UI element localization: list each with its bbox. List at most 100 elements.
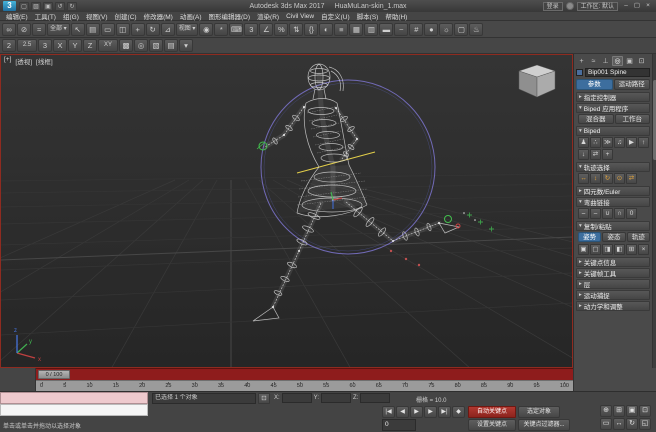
axis-constraint-y-icon[interactable]: Y <box>68 39 82 52</box>
zero-twist-button[interactable]: 0 <box>626 208 637 219</box>
tab-create[interactable]: + <box>576 56 587 66</box>
rollout-assign-controller[interactable]: ▸ 指定控制器 <box>576 92 650 102</box>
axis-constraint-plane-icon[interactable]: XY <box>98 39 118 52</box>
zoom-extents-icon[interactable]: ▣ <box>626 405 638 417</box>
previous-frame-button[interactable]: ◀ <box>396 406 409 418</box>
key-filters-button[interactable]: 关键点过滤器... <box>518 419 570 431</box>
open-file-icon[interactable]: ▧ <box>31 2 41 11</box>
viewport-general-menu[interactable]: [+] <box>4 56 11 66</box>
rollout-quaternion-euler[interactable]: ▸ 四元数/Euler <box>576 186 650 196</box>
menu-tools[interactable]: 工具(T) <box>35 11 56 21</box>
set-key-button[interactable]: 设置关键点 <box>468 419 516 431</box>
maxscript-mini-listener-macro[interactable] <box>0 392 148 404</box>
zoom-icon[interactable]: ⊕ <box>600 405 612 417</box>
new-scene-icon[interactable]: ▢ <box>19 2 29 11</box>
object-color-swatch[interactable] <box>576 69 583 76</box>
menu-customize[interactable]: 自定义(U) <box>321 11 350 21</box>
rollout-keyframing-tools[interactable]: ▸ 关键帧工具 <box>576 268 650 278</box>
select-and-move-icon[interactable]: + <box>131 23 145 36</box>
rollout-copy-paste[interactable]: ▾ 复制/粘贴 <box>576 221 650 231</box>
mixer-mode-button[interactable]: ♫ <box>614 137 625 148</box>
rollout-biped[interactable]: ▾ Biped <box>576 126 650 136</box>
coord-z-field[interactable] <box>360 393 390 403</box>
tab-modify[interactable]: ≈ <box>588 56 599 66</box>
twist-individual-button[interactable]: ∪ <box>602 208 613 219</box>
selected-object-dropdown[interactable]: 选定对象 <box>518 406 560 418</box>
workbench-button[interactable]: 工作台 <box>615 114 651 124</box>
percent-snap-icon[interactable]: % <box>274 23 288 36</box>
redo-icon[interactable]: ↻ <box>67 2 77 11</box>
copy-posture-button[interactable]: ◨ <box>602 244 613 255</box>
edit-named-selection-sets-icon[interactable]: {} <box>304 23 318 36</box>
render-setup-icon[interactable]: ☼ <box>439 23 453 36</box>
rollout-biped-apps[interactable]: ▾ Biped 应用程序 <box>576 103 650 113</box>
paste-posture-button[interactable]: ◧ <box>614 244 625 255</box>
time-slider[interactable]: 0 / 100 <box>36 368 573 380</box>
align-icon[interactable]: ≡ <box>334 23 348 36</box>
scene-explorer-icon[interactable]: ▦ <box>349 23 363 36</box>
go-to-start-button[interactable]: |◀ <box>382 406 395 418</box>
copy-pose-tab[interactable]: 姿态 <box>602 232 625 242</box>
keyboard-shortcut-override-icon[interactable]: ⌨ <box>229 23 243 36</box>
menu-civil-view[interactable]: Civil View <box>286 13 314 20</box>
twist-links-mode-button[interactable]: ⌢ <box>590 208 601 219</box>
bend-links-mode-button[interactable]: ⌣ <box>578 208 589 219</box>
ribbon-toggle-icon[interactable]: ▬ <box>379 23 393 36</box>
move-all-mode-button[interactable]: + <box>602 149 613 160</box>
application-menu-button[interactable]: 3 <box>3 1 16 11</box>
maximize-button[interactable]: ▢ <box>632 2 642 11</box>
time-slider-handle[interactable]: 0 / 100 <box>38 370 70 379</box>
rollout-track-selection[interactable]: ▾ 轨迹选择 <box>576 162 650 172</box>
tab-display[interactable]: ▣ <box>624 56 635 66</box>
lock-com-keying-button[interactable]: ⊙ <box>614 173 625 184</box>
menu-views[interactable]: 视图(V) <box>86 11 108 21</box>
menu-help[interactable]: 帮助(H) <box>385 11 407 21</box>
current-frame-field[interactable]: 0 <box>382 419 416 431</box>
rollout-layers[interactable]: ▸ 层 <box>576 279 650 289</box>
viewport-pov-menu[interactable]: [透视] <box>15 56 32 66</box>
menu-scripting[interactable]: 脚本(S) <box>357 11 379 21</box>
save-file-button[interactable]: ↓ <box>578 149 589 160</box>
menu-edit[interactable]: 编辑(E) <box>6 11 28 21</box>
panel-scrollbar[interactable] <box>652 54 656 368</box>
select-and-scale-icon[interactable]: ⊿ <box>161 23 175 36</box>
selection-filter-dropdown[interactable]: 全部 ▾ <box>47 23 70 36</box>
layer-explorer-icon[interactable]: ▥ <box>364 23 378 36</box>
render-production-icon[interactable]: ♨ <box>469 23 483 36</box>
motion-flow-mode-button[interactable]: ≫ <box>602 137 613 148</box>
orbit-icon[interactable]: ↻ <box>626 418 638 430</box>
create-collection-button[interactable]: ▣ <box>578 244 589 255</box>
material-editor-icon[interactable]: ● <box>424 23 438 36</box>
display-floater-icon[interactable]: ▧ <box>149 39 163 52</box>
use-pivot-center-icon[interactable]: ◉ <box>199 23 213 36</box>
zoom-all-icon[interactable]: ⊞ <box>613 405 625 417</box>
select-by-name-icon[interactable]: ▤ <box>86 23 100 36</box>
key-mode-toggle-button[interactable]: ◆ <box>452 406 465 418</box>
rollout-key-info[interactable]: ▸ 关键点信息 <box>576 257 650 267</box>
perspective-viewport[interactable]: [+] [透视] [线框] <box>0 54 573 368</box>
window-crossing-icon[interactable]: ◫ <box>116 23 130 36</box>
biped-playback-button[interactable]: ▶ <box>626 137 637 148</box>
footstep-mode-button[interactable]: ∴ <box>590 137 601 148</box>
schematic-view-icon[interactable]: # <box>409 23 423 36</box>
menu-animation[interactable]: 动画(A) <box>180 11 202 21</box>
named-selection-dropdown[interactable]: ▾ <box>179 39 193 52</box>
object-name-field[interactable]: Bip001 Spine <box>585 68 650 77</box>
tab-motion[interactable]: ◎ <box>612 56 623 66</box>
isolate-selection-icon[interactable]: ◎ <box>134 39 148 52</box>
maxscript-mini-listener[interactable] <box>0 404 148 416</box>
zoom-extents-all-icon[interactable]: ⊡ <box>639 405 651 417</box>
spinner-snap-icon[interactable]: ⇅ <box>289 23 303 36</box>
delete-all-button[interactable]: × <box>638 244 649 255</box>
coord-y-field[interactable] <box>321 393 351 403</box>
manage-layers-icon[interactable]: ▤ <box>164 39 178 52</box>
tab-hierarchy[interactable]: ⊥ <box>600 56 611 66</box>
rollout-motion-capture[interactable]: ▸ 运动捕捉 <box>576 290 650 300</box>
close-button[interactable]: × <box>643 2 653 11</box>
motion-paths-button[interactable]: 运动路径 <box>614 79 651 90</box>
load-file-button[interactable]: ↑ <box>638 137 649 148</box>
selection-lock-toggle[interactable]: ⊡ <box>258 393 270 404</box>
mirror-icon[interactable]: ◐ <box>319 23 333 36</box>
menu-group[interactable]: 组(G) <box>63 11 79 21</box>
copy-posture-tab[interactable]: 姿势 <box>578 232 601 242</box>
